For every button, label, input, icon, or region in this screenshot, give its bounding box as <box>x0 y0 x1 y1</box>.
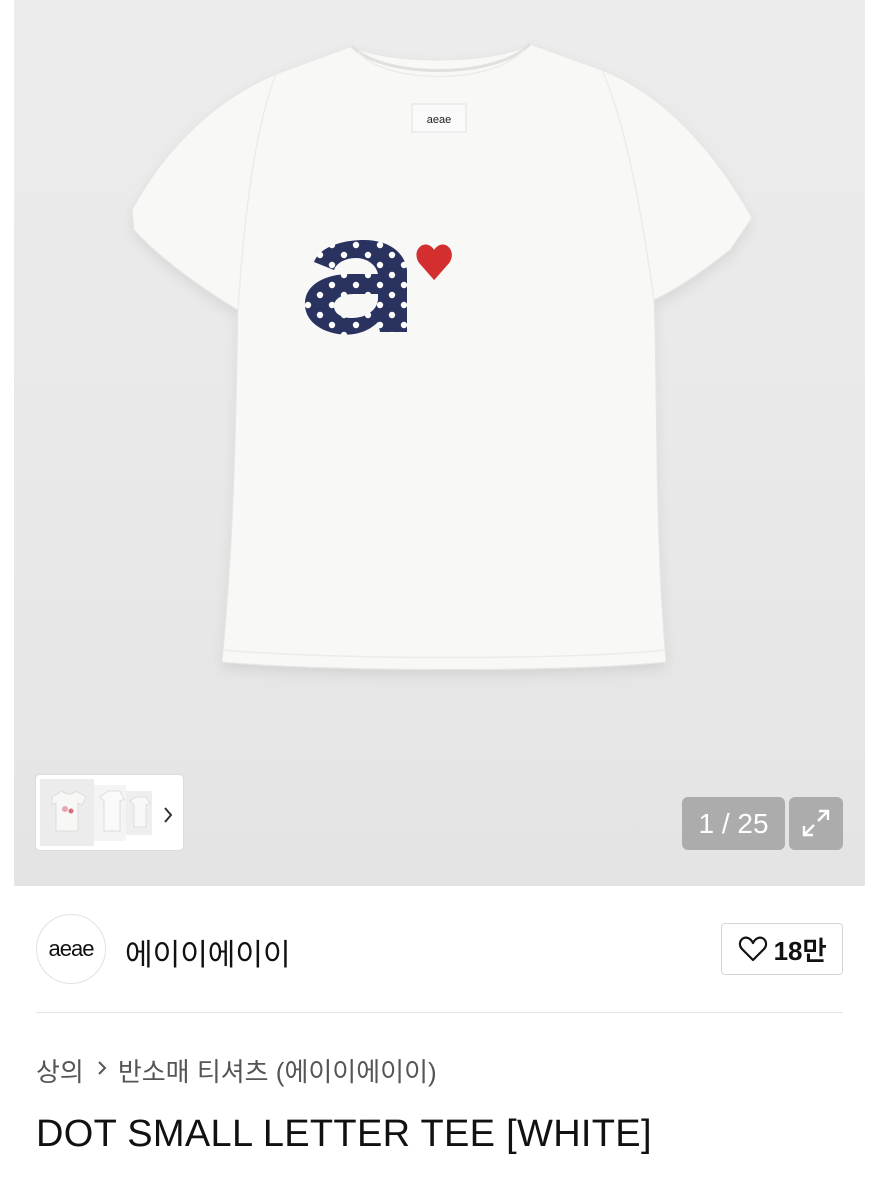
garment-tag-text: aeae <box>427 114 451 126</box>
brand-logo-text: aeae <box>48 936 95 961</box>
thumbnail-next-button[interactable] <box>157 801 173 823</box>
thumbnail-strip[interactable] <box>36 775 183 850</box>
breadcrumb-item-category[interactable]: 상의 <box>36 1052 84 1089</box>
thumbnail-images[interactable] <box>40 779 158 846</box>
like-button[interactable]: 18만 <box>721 923 843 975</box>
brand-logo[interactable]: aeae <box>36 914 106 984</box>
chevron-right-icon <box>96 1057 108 1083</box>
product-image-gallery[interactable]: aeae 1 / 25 <box>0 0 879 886</box>
breadcrumb: 상의 반소매 티셔츠 (에이이에이이) <box>36 1053 437 1087</box>
product-image[interactable]: aeae <box>14 0 865 886</box>
brand-name[interactable]: 에이이에이이 <box>125 930 291 974</box>
expand-image-button[interactable] <box>789 797 843 850</box>
chevron-right-icon <box>164 807 173 823</box>
product-title: DOT SMALL LETTER TEE [WHITE] <box>36 1113 652 1155</box>
brand-row: aeae 에이이에이이 18만 <box>36 914 843 986</box>
heart-outline-icon <box>738 936 767 962</box>
like-count: 18만 <box>773 935 827 966</box>
divider <box>36 1012 843 1013</box>
image-page-counter: 1 / 25 <box>682 797 785 850</box>
expand-arrows-icon <box>802 809 830 837</box>
breadcrumb-item-subcategory[interactable]: 반소매 티셔츠 (에이이에이이) <box>118 1052 437 1089</box>
